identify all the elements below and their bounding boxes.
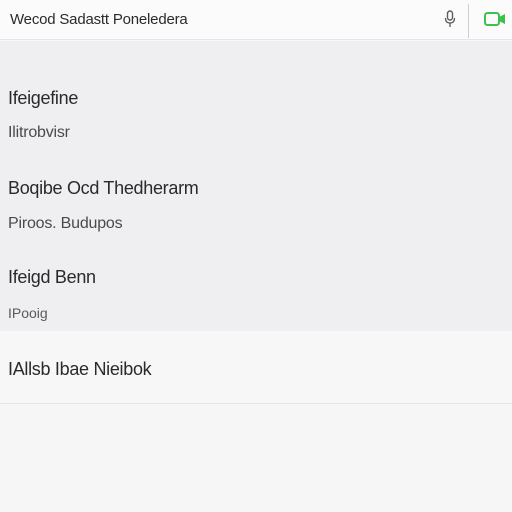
header-divider	[468, 4, 469, 38]
detail-sub-1: Ilitrobvisr	[8, 124, 70, 141]
detail-sub-2: Piroos. Budupos	[8, 215, 123, 232]
top-header-bar: Wecod Sadastt Poneledera	[0, 0, 512, 40]
section-list-row[interactable]: IAllsb Ibae Nieibok	[0, 332, 512, 404]
detail-heading-1: Ifeigefine	[8, 88, 79, 108]
microphone-icon[interactable]	[444, 10, 456, 28]
conversation-title[interactable]: Wecod Sadastt Poneledera	[10, 11, 188, 28]
detail-heading-3: Ifeigd Benn	[8, 267, 96, 287]
details-panel: Ifeigefine Ilitrobvisr Boqibe Ocd Thedhe…	[0, 41, 512, 331]
detail-heading-2: Boqibe Ocd Thedherarm	[8, 178, 199, 198]
detail-sub-3: IPooig	[8, 305, 48, 321]
video-call-icon[interactable]	[484, 11, 506, 27]
section-row-label: IAllsb Ibae Nieibok	[8, 359, 152, 379]
empty-content-area	[0, 404, 512, 512]
